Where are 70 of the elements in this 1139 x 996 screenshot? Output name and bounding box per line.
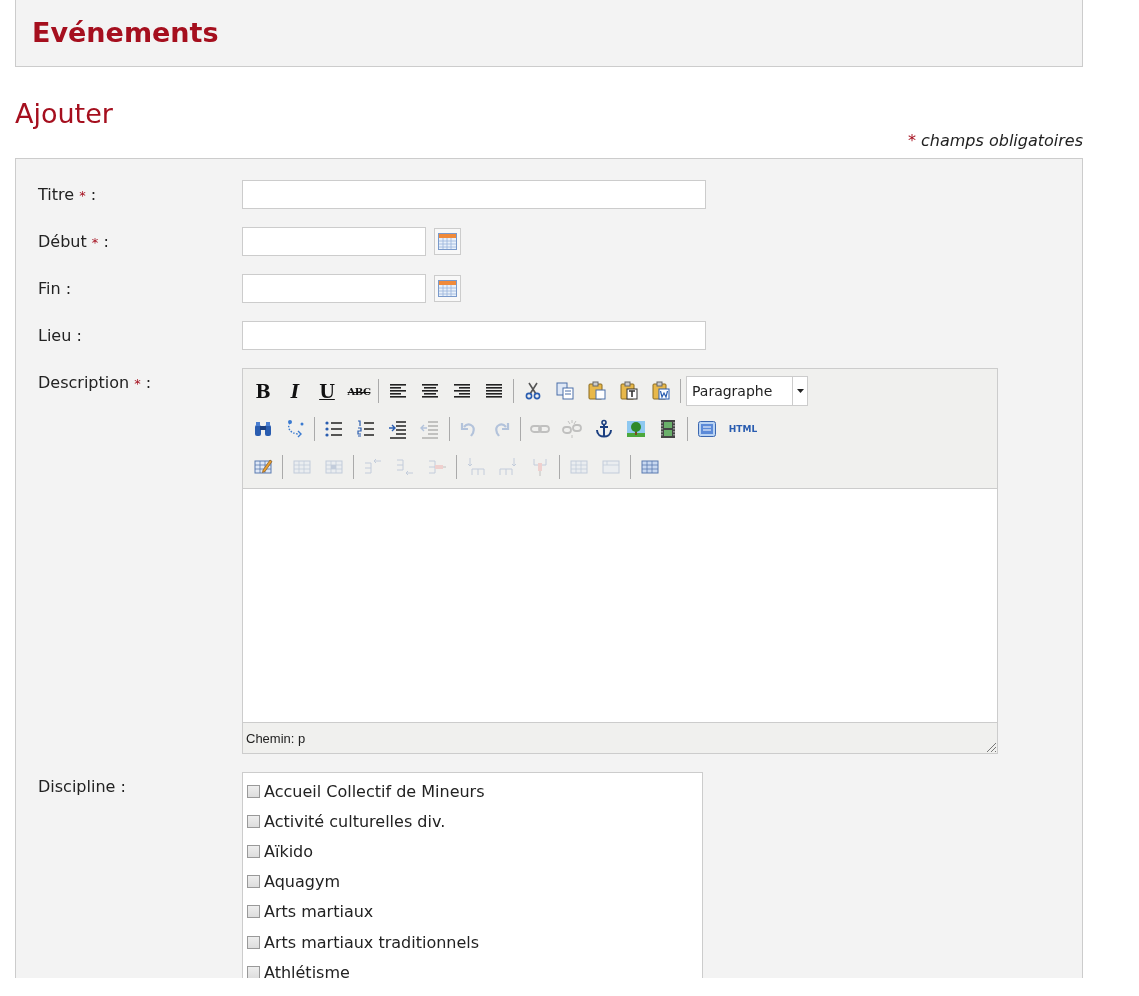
binoculars-icon [253, 419, 273, 439]
required-fields-note: * champs obligatoires [906, 131, 1083, 150]
calendar-icon [438, 233, 457, 250]
underline-button[interactable]: U [311, 377, 343, 405]
checkbox[interactable] [247, 965, 260, 978]
window-icon [697, 419, 717, 439]
italic-button[interactable]: I [279, 377, 311, 405]
table-icon [640, 457, 660, 477]
numbered-list-icon [356, 419, 376, 439]
film-strip-icon [658, 419, 678, 439]
replace-icon [285, 419, 305, 439]
field-label: Titre * : [38, 184, 98, 206]
discipline-label: Athlétisme [264, 962, 350, 978]
calendar-button[interactable] [434, 228, 461, 255]
date-input[interactable] [242, 274, 426, 303]
insert-row-icon [395, 457, 415, 477]
align-center-icon [420, 381, 440, 401]
text-input[interactable] [242, 180, 706, 209]
insert-column-icon [466, 457, 486, 477]
delete-row-icon [427, 457, 447, 477]
checkbox[interactable] [247, 905, 260, 919]
table-row-icon [292, 457, 312, 477]
checkbox[interactable] [247, 875, 260, 889]
format-select[interactable]: Paragraphe [686, 376, 808, 406]
field-label: Début * : [38, 231, 110, 253]
field-label: Fin : [38, 278, 73, 300]
checkbox[interactable] [247, 844, 260, 858]
checkbox[interactable] [247, 784, 260, 798]
clipboard-icon [619, 381, 639, 401]
section-title: Ajouter [15, 97, 114, 131]
resize-grip-icon[interactable] [985, 741, 997, 753]
align-right-icon [452, 381, 472, 401]
table-split-icon [569, 457, 589, 477]
checkbox[interactable] [247, 935, 260, 949]
date-input[interactable] [242, 227, 426, 256]
bullet-list-icon [324, 419, 344, 439]
table-cell-icon [324, 457, 344, 477]
discipline-label: Arts martiaux [264, 902, 374, 922]
insert-row-icon [363, 457, 383, 477]
field-label: Lieu : [38, 325, 83, 347]
field-label: Discipline : [38, 776, 127, 798]
calendar-icon [438, 280, 457, 297]
discipline-label: Aquagym [264, 872, 340, 892]
html-button[interactable]: HTML [723, 415, 763, 443]
bold-button[interactable]: B [247, 377, 279, 405]
scissors-icon [523, 381, 543, 401]
copy-icon [555, 381, 575, 401]
table-pencil-icon [253, 457, 273, 477]
discipline-label: Activité culturelles div. [264, 811, 446, 831]
justify-icon [484, 381, 504, 401]
dropdown-caret-icon [796, 389, 804, 393]
anchor-icon [594, 419, 614, 439]
calendar-button[interactable] [434, 275, 461, 302]
broken-chain-icon [562, 419, 582, 439]
strikethrough-button[interactable]: ABC [343, 377, 375, 405]
field-label: Description * : [38, 372, 153, 394]
insert-column-icon [498, 457, 518, 477]
discipline-label: Accueil Collectif de Mineurs [264, 781, 485, 801]
element-path: Chemin: p [246, 730, 306, 746]
checkbox[interactable] [247, 814, 260, 828]
text-input[interactable] [242, 321, 706, 350]
discipline-label: Arts martiaux traditionnels [264, 932, 480, 952]
tree-picture-icon [626, 419, 646, 439]
align-left-icon [388, 381, 408, 401]
delete-column-icon [530, 457, 550, 477]
page-title: Evénements [32, 17, 220, 48]
clipboard-icon [587, 381, 607, 401]
discipline-label: Aïkido [264, 841, 314, 861]
clipboard-icon [651, 381, 671, 401]
table-merge-icon [601, 457, 621, 477]
